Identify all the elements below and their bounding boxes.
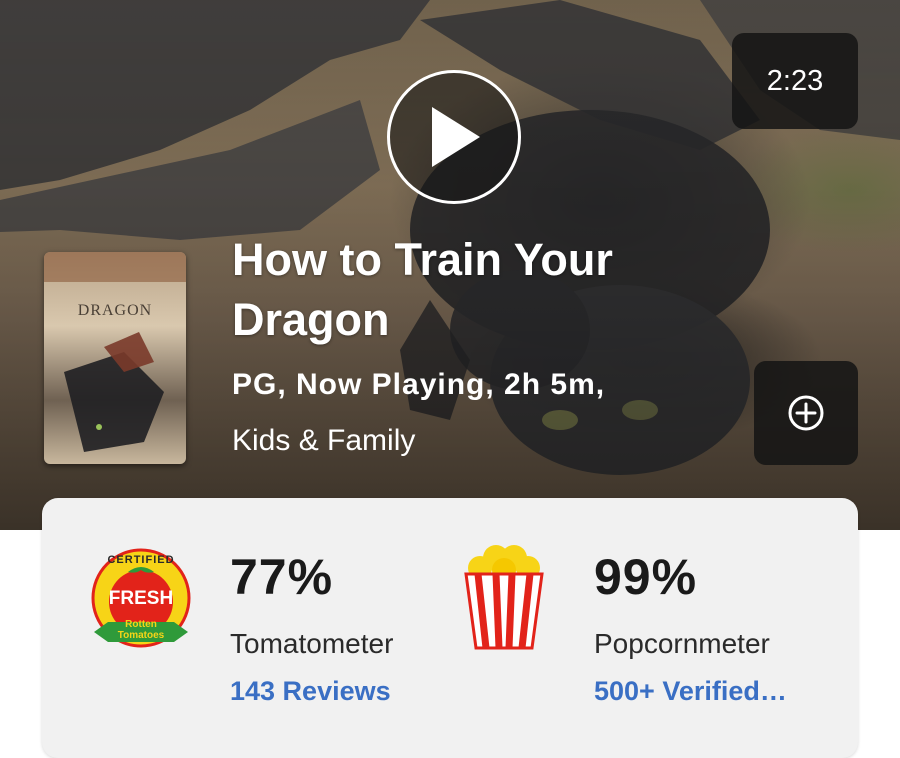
badge-tomatoes-text: Tomatoes: [117, 630, 165, 641]
trailer-duration-badge: 2:23: [732, 33, 858, 129]
trailer-hero[interactable]: 2:23 DRAGON How to Train Your Dragon PG,…: [0, 0, 900, 530]
tomatometer-reviews-link[interactable]: 143 Reviews: [230, 676, 391, 707]
popcornmeter-ratings-link[interactable]: 500+ Verified…: [594, 676, 787, 707]
add-to-watchlist-button[interactable]: [754, 361, 858, 465]
badge-certified-text: CERTIFIED: [107, 554, 175, 566]
plus-circle-icon: [788, 395, 824, 431]
movie-title: How to Train Your Dragon: [232, 234, 613, 345]
popcornmeter-label: Popcornmeter: [594, 628, 770, 659]
tomatometer-score: 77%: [230, 549, 334, 605]
popcornmeter-score: 99%: [594, 549, 698, 605]
certified-fresh-icon: CERTIFIED FRESH Rotten Tomatoes: [88, 548, 194, 654]
play-trailer-button[interactable]: [387, 70, 521, 204]
poster-image: [44, 252, 186, 464]
badge-fresh-text: FRESH: [108, 588, 174, 609]
movie-genre: Kids & Family: [232, 424, 416, 457]
movie-poster[interactable]: DRAGON: [44, 252, 186, 464]
tomatometer-label: Tomatometer: [230, 628, 394, 659]
score-card: CERTIFIED FRESH Rotten Tomatoes 77% Toma…: [42, 498, 858, 758]
popcorn-icon: [462, 544, 546, 650]
badge-rotten-text: Rotten: [125, 619, 157, 630]
play-icon: [432, 107, 480, 167]
poster-title: DRAGON: [77, 302, 153, 319]
movie-meta: PG, Now Playing, 2h 5m,: [232, 368, 606, 401]
